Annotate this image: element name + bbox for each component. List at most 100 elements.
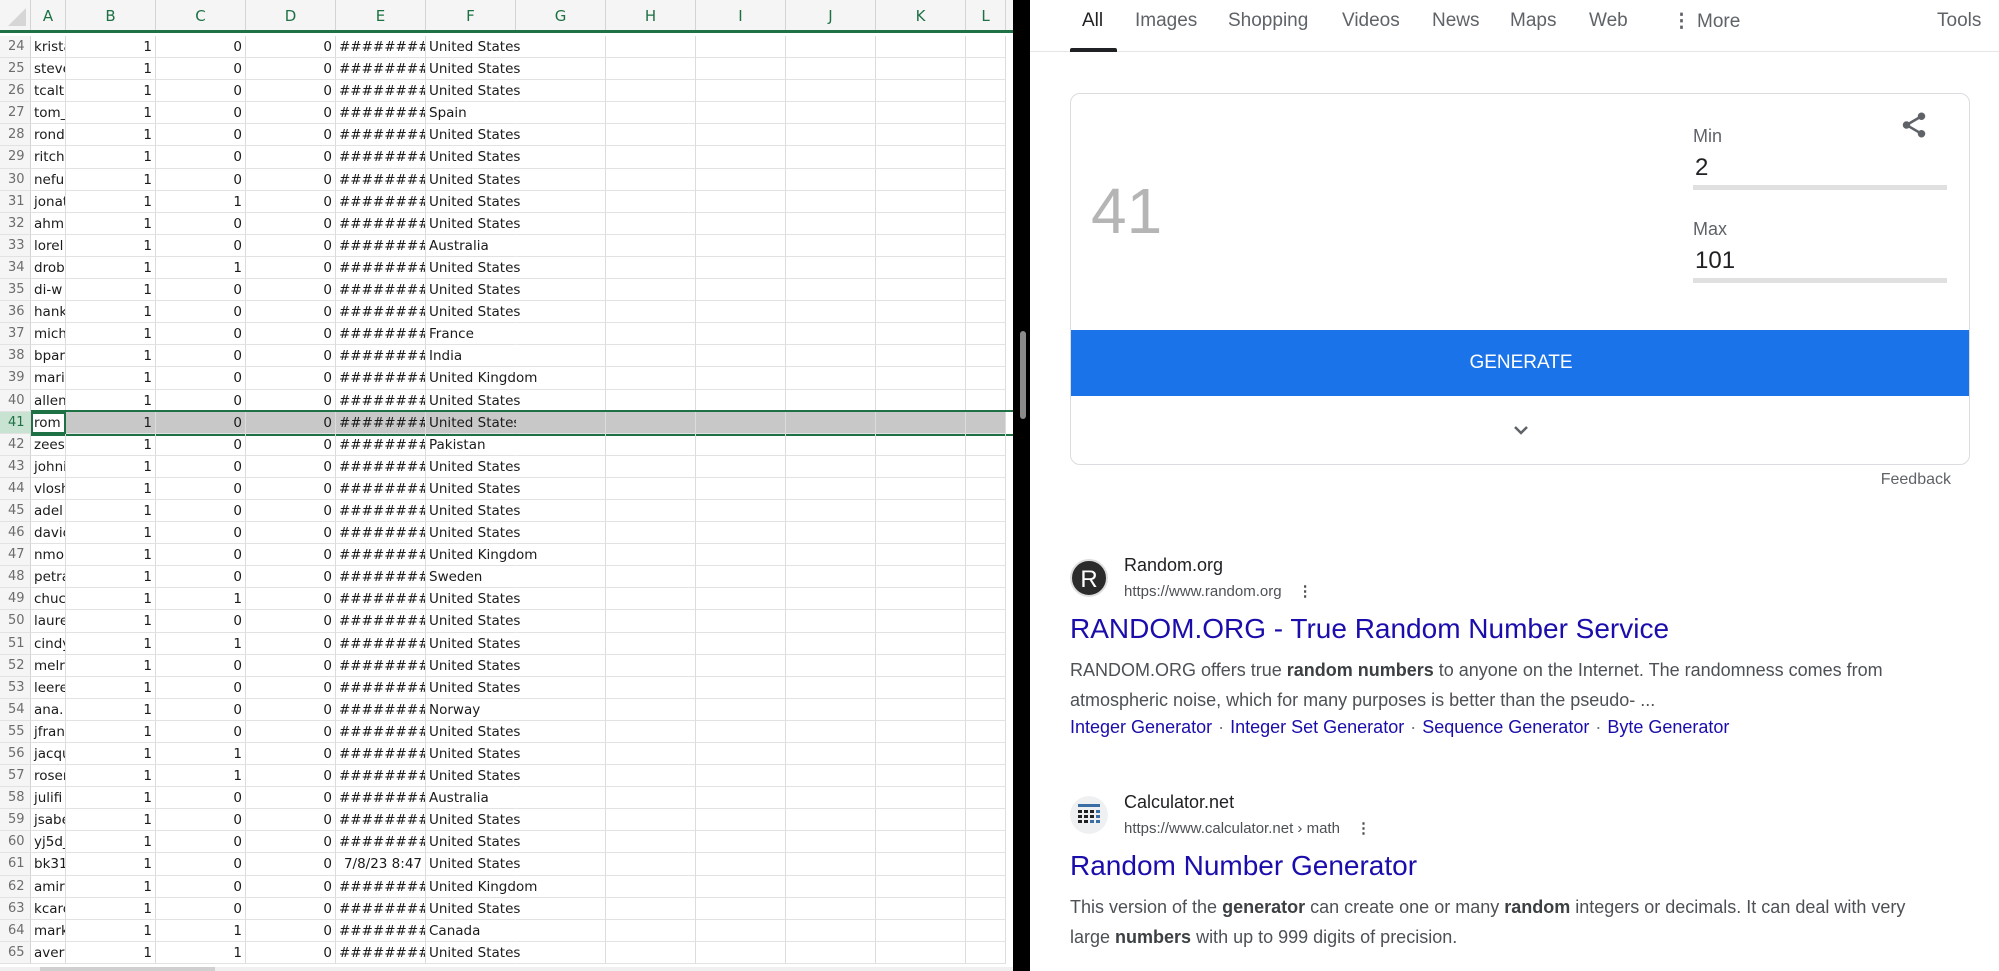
more-options-icon[interactable]: ⋮ — [1298, 582, 1313, 600]
cell-c[interactable]: 0 — [156, 80, 246, 103]
cell-c[interactable]: 1 — [156, 632, 246, 655]
cell-c[interactable]: 0 — [156, 124, 246, 147]
cell-d[interactable]: 0 — [246, 477, 336, 500]
row-number[interactable]: 51 — [0, 632, 31, 655]
row-number[interactable]: 32 — [0, 212, 31, 235]
cell-a[interactable]: chuc — [31, 588, 66, 611]
cell-k[interactable] — [876, 367, 966, 390]
cell-g[interactable] — [516, 433, 606, 456]
cell-b[interactable]: 1 — [66, 809, 156, 832]
cell-h[interactable] — [606, 301, 696, 324]
cell-g[interactable] — [516, 919, 606, 942]
row-number[interactable]: 35 — [0, 279, 31, 302]
cell-i[interactable] — [696, 809, 786, 832]
cell-a[interactable]: tom_ — [31, 102, 66, 125]
cell-l[interactable] — [966, 168, 1006, 191]
cell-g[interactable] — [516, 522, 606, 545]
cell-g[interactable] — [516, 499, 606, 523]
cell-f[interactable]: United States — [426, 146, 520, 169]
row-number[interactable]: 48 — [0, 566, 31, 589]
cell-k[interactable] — [876, 919, 966, 942]
cell-j[interactable] — [786, 654, 876, 677]
row-number[interactable]: 50 — [0, 610, 31, 633]
cell-g[interactable] — [516, 102, 606, 125]
cell-b[interactable]: 1 — [66, 301, 156, 324]
cell-l[interactable] — [966, 720, 1006, 743]
cell-h[interactable] — [606, 654, 696, 677]
cell-i[interactable] — [696, 279, 786, 302]
tools-button[interactable]: Tools — [1937, 10, 1981, 52]
cell-j[interactable] — [786, 102, 876, 125]
cell-b[interactable]: 1 — [66, 323, 156, 346]
cell-g[interactable] — [516, 544, 606, 567]
cell-f[interactable]: India — [426, 345, 516, 368]
cell-j[interactable] — [786, 499, 876, 523]
select-all-corner[interactable] — [0, 0, 31, 30]
cell-k[interactable] — [876, 212, 966, 235]
cell-e[interactable]: ########## — [336, 676, 426, 699]
cell-h[interactable] — [606, 411, 696, 434]
cell-h[interactable] — [606, 875, 696, 898]
cell-k[interactable] — [876, 676, 966, 699]
row-number[interactable]: 44 — [0, 477, 31, 500]
cell-i[interactable] — [696, 411, 786, 434]
cell-f[interactable]: Spain — [426, 102, 516, 125]
cell-i[interactable] — [696, 831, 786, 854]
cell-g[interactable] — [516, 831, 606, 854]
cell-d[interactable]: 0 — [246, 345, 336, 368]
cell-g[interactable] — [516, 389, 606, 412]
cell-d[interactable]: 0 — [246, 36, 336, 59]
cell-f[interactable]: United States — [426, 743, 520, 766]
row-number[interactable]: 28 — [0, 124, 31, 147]
cell-g[interactable] — [516, 58, 606, 81]
cell-h[interactable] — [606, 610, 696, 633]
tab-more[interactable]: ⋮ More — [1672, 10, 1740, 52]
cell-a[interactable]: ronda — [31, 124, 66, 147]
cell-g[interactable] — [516, 698, 606, 721]
cell-j[interactable] — [786, 831, 876, 854]
cell-c[interactable]: 0 — [156, 809, 246, 832]
row-number[interactable]: 34 — [0, 256, 31, 280]
cell-k[interactable] — [876, 610, 966, 633]
cell-f[interactable]: United States — [426, 809, 520, 832]
cell-i[interactable] — [696, 522, 786, 545]
cell-k[interactable] — [876, 544, 966, 567]
cell-i[interactable] — [696, 389, 786, 412]
cell-a[interactable]: roser — [31, 765, 66, 788]
cell-k[interactable] — [876, 765, 966, 788]
cell-j[interactable] — [786, 632, 876, 655]
cell-f[interactable]: United States — [426, 522, 520, 545]
cell-b[interactable]: 1 — [66, 477, 156, 500]
cell-h[interactable] — [606, 566, 696, 589]
cell-c[interactable]: 0 — [156, 787, 246, 810]
cell-b[interactable]: 1 — [66, 168, 156, 191]
cell-e[interactable]: ########## — [336, 831, 426, 854]
cell-a[interactable]: allen — [31, 389, 66, 412]
cell-h[interactable] — [606, 499, 696, 523]
cell-j[interactable] — [786, 234, 876, 257]
cell-k[interactable] — [876, 455, 966, 478]
cell-a[interactable]: julifi — [31, 787, 66, 810]
cell-l[interactable] — [966, 897, 1006, 920]
cell-d[interactable]: 0 — [246, 234, 336, 257]
cell-e[interactable]: ########## — [336, 566, 426, 589]
cell-i[interactable] — [696, 654, 786, 677]
cell-i[interactable] — [696, 102, 786, 125]
cell-e[interactable]: 7/8/23 8:47 — [336, 853, 426, 876]
cell-k[interactable] — [876, 897, 966, 920]
cell-c[interactable]: 0 — [156, 610, 246, 633]
cell-f[interactable]: United States — [426, 390, 520, 412]
cell-c[interactable]: 0 — [156, 831, 246, 854]
cell-e[interactable]: ########## — [336, 720, 426, 743]
column-header-i[interactable]: I — [696, 0, 786, 30]
cell-c[interactable]: 0 — [156, 566, 246, 589]
cell-i[interactable] — [696, 455, 786, 478]
cell-c[interactable]: 0 — [156, 433, 246, 456]
cell-f[interactable]: United States — [426, 853, 520, 876]
cell-h[interactable] — [606, 897, 696, 920]
cell-b[interactable]: 1 — [66, 58, 156, 81]
cell-c[interactable]: 0 — [156, 411, 246, 434]
cell-k[interactable] — [876, 36, 966, 59]
cell-g[interactable] — [516, 477, 606, 500]
row-number[interactable]: 38 — [0, 345, 31, 368]
